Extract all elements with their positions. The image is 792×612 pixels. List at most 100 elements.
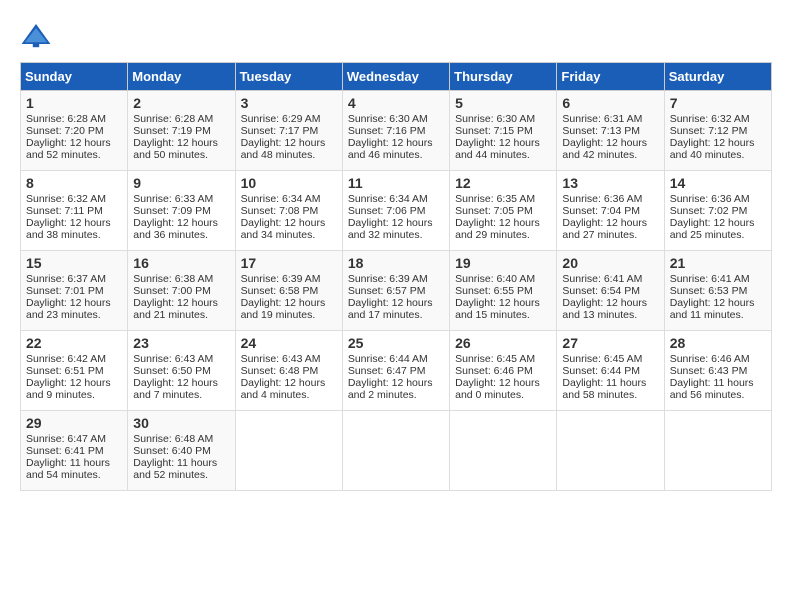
day-number: 26 bbox=[455, 335, 551, 351]
sunset: Sunset: 6:44 PM bbox=[562, 365, 640, 377]
daylight: Daylight: 12 hours and 9 minutes. bbox=[26, 377, 111, 401]
sunrise: Sunrise: 6:38 AM bbox=[133, 273, 213, 285]
day-cell-18: 18Sunrise: 6:39 AMSunset: 6:57 PMDayligh… bbox=[342, 251, 449, 331]
week-row-4: 22Sunrise: 6:42 AMSunset: 6:51 PMDayligh… bbox=[21, 331, 772, 411]
sunrise: Sunrise: 6:30 AM bbox=[455, 113, 535, 125]
day-number: 5 bbox=[455, 95, 551, 111]
sunset: Sunset: 7:11 PM bbox=[26, 205, 103, 217]
day-number: 1 bbox=[26, 95, 122, 111]
day-number: 22 bbox=[26, 335, 122, 351]
day-number: 8 bbox=[26, 175, 122, 191]
day-cell-10: 10Sunrise: 6:34 AMSunset: 7:08 PMDayligh… bbox=[235, 171, 342, 251]
sunrise: Sunrise: 6:35 AM bbox=[455, 193, 535, 205]
day-cell-20: 20Sunrise: 6:41 AMSunset: 6:54 PMDayligh… bbox=[557, 251, 664, 331]
sunrise: Sunrise: 6:29 AM bbox=[241, 113, 321, 125]
day-cell-5: 5 Sunrise: 6:30 AMSunset: 7:15 PMDaylight… bbox=[450, 91, 557, 171]
day-cell-30: 30Sunrise: 6:48 AMSunset: 6:40 PMDayligh… bbox=[128, 411, 235, 491]
daylight: Daylight: 12 hours and 27 minutes. bbox=[562, 217, 647, 241]
day-cell-15: 15Sunrise: 6:37 AMSunset: 7:01 PMDayligh… bbox=[21, 251, 128, 331]
daylight: Daylight: 11 hours and 52 minutes. bbox=[133, 457, 217, 481]
day-cell-11: 11Sunrise: 6:34 AMSunset: 7:06 PMDayligh… bbox=[342, 171, 449, 251]
day-cell-13: 13Sunrise: 6:36 AMSunset: 7:04 PMDayligh… bbox=[557, 171, 664, 251]
sunrise: Sunrise: 6:44 AM bbox=[348, 353, 428, 365]
day-number: 17 bbox=[241, 255, 337, 271]
sunset: Sunset: 6:43 PM bbox=[670, 365, 748, 377]
sunrise: Sunrise: 6:47 AM bbox=[26, 433, 106, 445]
daylight: Daylight: 12 hours and 48 minutes. bbox=[241, 137, 326, 161]
sunset: Sunset: 7:19 PM bbox=[133, 125, 211, 137]
sunset: Sunset: 7:20 PM bbox=[26, 125, 104, 137]
header-sunday: Sunday bbox=[21, 63, 128, 91]
day-number: 12 bbox=[455, 175, 551, 191]
sunset: Sunset: 6:57 PM bbox=[348, 285, 426, 297]
day-number: 23 bbox=[133, 335, 229, 351]
sunrise: Sunrise: 6:41 AM bbox=[562, 273, 642, 285]
sunrise: Sunrise: 6:33 AM bbox=[133, 193, 213, 205]
daylight: Daylight: 12 hours and 46 minutes. bbox=[348, 137, 433, 161]
header-saturday: Saturday bbox=[664, 63, 771, 91]
day-cell-19: 19Sunrise: 6:40 AMSunset: 6:55 PMDayligh… bbox=[450, 251, 557, 331]
daylight: Daylight: 12 hours and 34 minutes. bbox=[241, 217, 326, 241]
sunset: Sunset: 7:06 PM bbox=[348, 205, 426, 217]
header-friday: Friday bbox=[557, 63, 664, 91]
daylight: Daylight: 12 hours and 4 minutes. bbox=[241, 377, 326, 401]
daylight: Daylight: 12 hours and 17 minutes. bbox=[348, 297, 433, 321]
sunrise: Sunrise: 6:39 AM bbox=[241, 273, 321, 285]
day-cell-9: 9Sunrise: 6:33 AMSunset: 7:09 PMDaylight… bbox=[128, 171, 235, 251]
sunrise: Sunrise: 6:45 AM bbox=[562, 353, 642, 365]
daylight: Daylight: 11 hours and 56 minutes. bbox=[670, 377, 754, 401]
day-number: 3 bbox=[241, 95, 337, 111]
day-cell-17: 17Sunrise: 6:39 AMSunset: 6:58 PMDayligh… bbox=[235, 251, 342, 331]
day-cell-26: 26Sunrise: 6:45 AMSunset: 6:46 PMDayligh… bbox=[450, 331, 557, 411]
daylight: Daylight: 12 hours and 11 minutes. bbox=[670, 297, 755, 321]
sunrise: Sunrise: 6:43 AM bbox=[133, 353, 213, 365]
sunrise: Sunrise: 6:28 AM bbox=[26, 113, 106, 125]
sunrise: Sunrise: 6:31 AM bbox=[562, 113, 642, 125]
calendar-table: SundayMondayTuesdayWednesdayThursdayFrid… bbox=[20, 62, 772, 491]
sunrise: Sunrise: 6:48 AM bbox=[133, 433, 213, 445]
sunrise: Sunrise: 6:36 AM bbox=[670, 193, 750, 205]
day-cell-6: 6Sunrise: 6:31 AMSunset: 7:13 PMDaylight… bbox=[557, 91, 664, 171]
header-wednesday: Wednesday bbox=[342, 63, 449, 91]
day-number: 29 bbox=[26, 415, 122, 431]
daylight: Daylight: 12 hours and 25 minutes. bbox=[670, 217, 755, 241]
empty-cell bbox=[557, 411, 664, 491]
daylight: Daylight: 12 hours and 42 minutes. bbox=[562, 137, 647, 161]
empty-cell bbox=[664, 411, 771, 491]
day-cell-24: 24Sunrise: 6:43 AMSunset: 6:48 PMDayligh… bbox=[235, 331, 342, 411]
day-number: 24 bbox=[241, 335, 337, 351]
day-number: 10 bbox=[241, 175, 337, 191]
header-tuesday: Tuesday bbox=[235, 63, 342, 91]
empty-cell bbox=[342, 411, 449, 491]
sunset: Sunset: 7:15 PM bbox=[455, 125, 533, 137]
day-number: 30 bbox=[133, 415, 229, 431]
sunset: Sunset: 6:46 PM bbox=[455, 365, 533, 377]
day-number: 16 bbox=[133, 255, 229, 271]
sunset: Sunset: 6:50 PM bbox=[133, 365, 211, 377]
header-thursday: Thursday bbox=[450, 63, 557, 91]
sunrise: Sunrise: 6:37 AM bbox=[26, 273, 106, 285]
daylight: Daylight: 12 hours and 19 minutes. bbox=[241, 297, 326, 321]
sunrise: Sunrise: 6:46 AM bbox=[670, 353, 750, 365]
sunset: Sunset: 7:09 PM bbox=[133, 205, 211, 217]
sunrise: Sunrise: 6:43 AM bbox=[241, 353, 321, 365]
daylight: Daylight: 12 hours and 2 minutes. bbox=[348, 377, 433, 401]
sunrise: Sunrise: 6:28 AM bbox=[133, 113, 213, 125]
week-row-5: 29Sunrise: 6:47 AMSunset: 6:41 PMDayligh… bbox=[21, 411, 772, 491]
day-cell-12: 12Sunrise: 6:35 AMSunset: 7:05 PMDayligh… bbox=[450, 171, 557, 251]
daylight: Daylight: 12 hours and 0 minutes. bbox=[455, 377, 540, 401]
sunset: Sunset: 7:16 PM bbox=[348, 125, 426, 137]
day-number: 21 bbox=[670, 255, 766, 271]
day-number: 11 bbox=[348, 175, 444, 191]
day-cell-21: 21Sunrise: 6:41 AMSunset: 6:53 PMDayligh… bbox=[664, 251, 771, 331]
day-number: 19 bbox=[455, 255, 551, 271]
daylight: Daylight: 12 hours and 44 minutes. bbox=[455, 137, 540, 161]
sunrise: Sunrise: 6:34 AM bbox=[348, 193, 428, 205]
daylight: Daylight: 12 hours and 40 minutes. bbox=[670, 137, 755, 161]
sunrise: Sunrise: 6:34 AM bbox=[241, 193, 321, 205]
daylight: Daylight: 12 hours and 50 minutes. bbox=[133, 137, 218, 161]
day-cell-7: 7Sunrise: 6:32 AMSunset: 7:12 PMDaylight… bbox=[664, 91, 771, 171]
day-number: 4 bbox=[348, 95, 444, 111]
day-cell-16: 16Sunrise: 6:38 AMSunset: 7:00 PMDayligh… bbox=[128, 251, 235, 331]
day-number: 14 bbox=[670, 175, 766, 191]
